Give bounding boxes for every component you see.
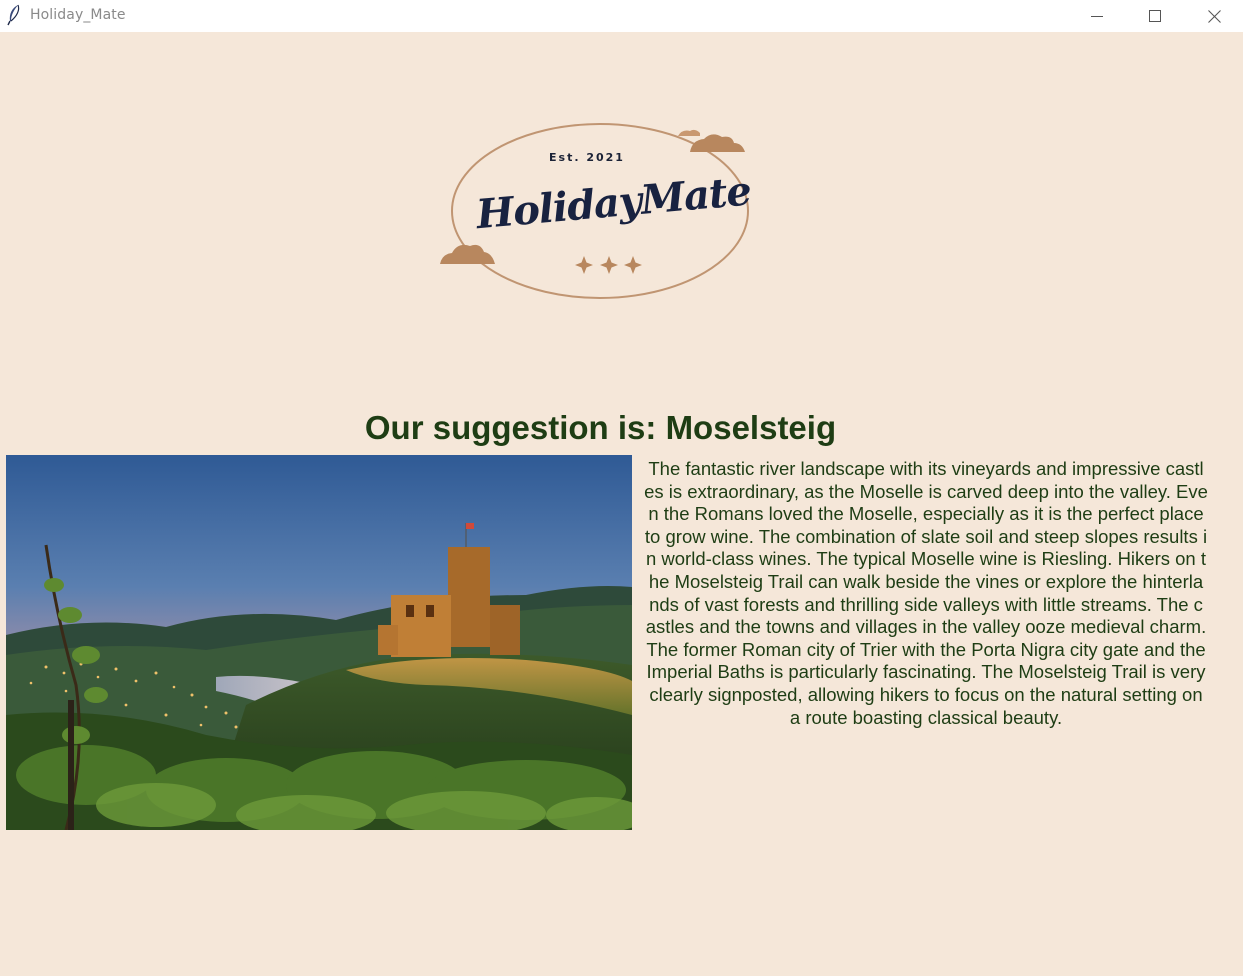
cloud-icon xyxy=(440,244,495,264)
maximize-button[interactable] xyxy=(1126,0,1184,32)
holidaymate-logo: Est. 2021 HolidayMate xyxy=(438,120,753,302)
close-button[interactable] xyxy=(1185,0,1243,32)
landscape-image xyxy=(6,455,632,830)
star-icon xyxy=(624,256,642,274)
star-icon xyxy=(600,256,618,274)
window-title: Holiday_Mate xyxy=(30,7,126,23)
star-icon xyxy=(575,256,593,274)
castle-vineyard-landscape xyxy=(6,455,632,830)
minimize-button[interactable] xyxy=(1068,0,1126,32)
close-icon xyxy=(1207,9,1221,23)
suggestion-description: The fantastic river landscape with its v… xyxy=(644,458,1208,728)
window-titlebar: Holiday_Mate xyxy=(0,0,1243,32)
maximize-icon xyxy=(1149,10,1161,22)
feather-icon xyxy=(6,4,22,26)
suggestion-title: Our suggestion is: Moselsteig xyxy=(364,409,837,446)
minimize-icon xyxy=(1091,16,1103,17)
logo-established: Est. 2021 xyxy=(549,151,625,164)
